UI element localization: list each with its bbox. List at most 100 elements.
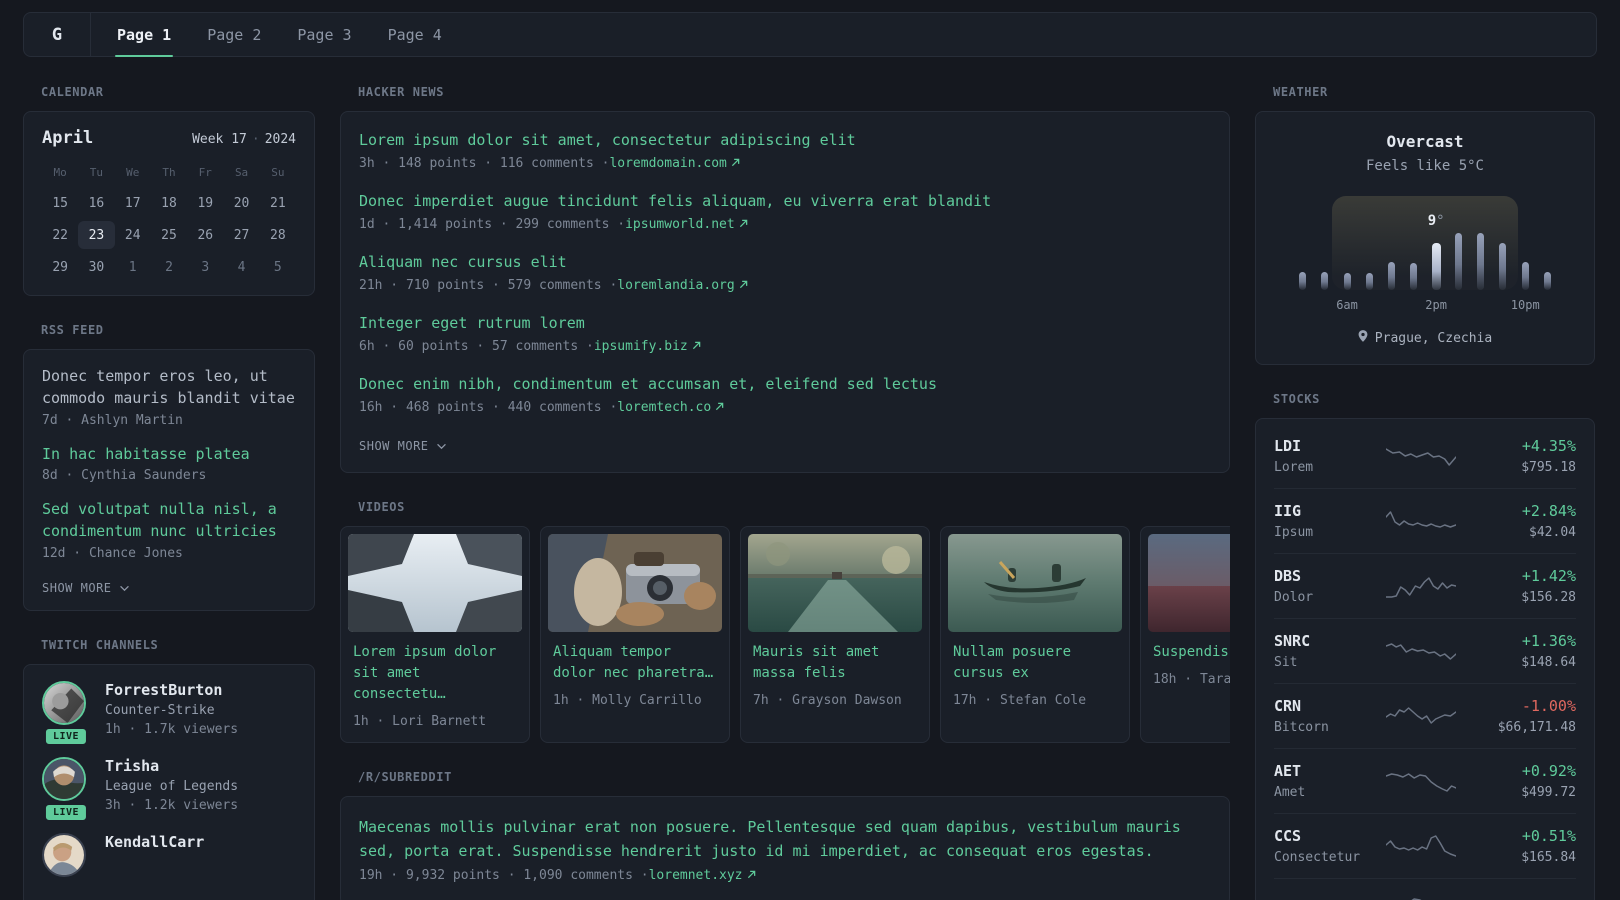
rss-item-meta: 7d · Ashlyn Martin xyxy=(42,412,183,428)
video-thumbnail-person-in-field xyxy=(1148,534,1230,632)
rss-item-title[interactable]: Donec tempor eros leo, ut commodo mauris… xyxy=(42,366,296,410)
stock-values: +1.42% $156.28 xyxy=(1476,567,1576,605)
twitch-channel-name[interactable]: Trisha xyxy=(105,757,238,775)
weather-section: WEATHER Overcast Feels like 5°C 9° 6am 2p… xyxy=(1255,85,1595,365)
hacker-news-section: HACKER NEWS Lorem ipsum dolor sit amet, … xyxy=(340,85,1230,473)
calendar-day: 26 xyxy=(197,227,214,243)
hn-item-meta: 21h · 710 points · 579 comments · loreml… xyxy=(359,278,1211,293)
right-column: WEATHER Overcast Feels like 5°C 9° 6am 2p… xyxy=(1255,85,1595,900)
hn-item-title[interactable]: Integer eget rutrum lorem xyxy=(359,313,1211,334)
twitch-channel-name[interactable]: KendallCarr xyxy=(105,833,204,851)
rss-item-title[interactable]: Sed volutpat nulla nisl, a condimentum n… xyxy=(42,499,296,543)
stock-change-percent: +0.51% xyxy=(1521,827,1576,845)
rss-widget: Donec tempor eros leo, ut commodo mauris… xyxy=(23,349,315,611)
video-card[interactable]: Suspendisse diam 18h · Tara xyxy=(1140,526,1230,743)
tab-page-3[interactable]: Page 3 xyxy=(279,13,369,56)
video-meta: 1h · Lori Barnett xyxy=(353,714,487,729)
twitch-section: TWITCH CHANNELS LIVE ForrestBurton Counter… xyxy=(23,638,315,900)
hn-item-title[interactable]: Donec enim nibh, condimentum et accumsan… xyxy=(359,374,1211,395)
stock-identity: SNRC Sit xyxy=(1274,632,1366,670)
video-title[interactable]: Lorem ipsum dolor sit amet consectetu… xyxy=(353,642,517,705)
app-logo[interactable]: G xyxy=(24,13,90,56)
videos-row: Lorem ipsum dolor sit amet consectetu… 1h… xyxy=(340,526,1230,743)
calendar-day: 4 xyxy=(237,259,246,275)
stocks-section: STOCKS LDI Lorem +4.35% $795.18 IIG Ipsum +2.8… xyxy=(1255,392,1595,900)
hn-item-domain-link[interactable]: loremlandia.org xyxy=(617,278,747,293)
twitch-channel-row[interactable]: LIVE ForrestBurton Counter-Strike 1h · 1.7k… xyxy=(42,680,296,746)
hn-item-stats: 6h · 60 points · 57 comments · xyxy=(359,339,594,354)
rss-item-title[interactable]: In hac habitasse platea xyxy=(42,444,296,466)
stock-row: SNRC Sit +1.36% $148.64 xyxy=(1274,618,1576,683)
location-pin-icon xyxy=(1358,330,1368,346)
stock-values: +4.35% $795.18 xyxy=(1476,437,1576,475)
stock-identity: IIG Ipsum xyxy=(1274,502,1366,540)
video-card[interactable]: Aliquam tempor dolor nec pharetra… 1h · M… xyxy=(540,526,730,743)
stock-row: DBS Dolor +1.42% $156.28 xyxy=(1274,553,1576,618)
stock-identity: DBS Dolor xyxy=(1274,567,1366,605)
stock-sparkline xyxy=(1366,441,1476,471)
stock-company-name: Ipsum xyxy=(1274,525,1314,540)
tab-page-2[interactable]: Page 2 xyxy=(189,13,279,56)
hn-item: Aliquam nec cursus elit 21h · 710 points … xyxy=(359,252,1211,293)
weather-time-label: 2pm xyxy=(1425,298,1447,312)
nav-divider xyxy=(90,13,91,56)
twitch-avatar-wrap: LIVE xyxy=(42,680,90,746)
video-title[interactable]: Mauris sit amet massa felis xyxy=(753,642,917,684)
calendar-weekday-row: Mo Tu We Th Fr Sa Su xyxy=(42,166,296,179)
video-card[interactable]: Mauris sit amet massa felis 7h · Grayson … xyxy=(740,526,930,743)
avatar xyxy=(42,832,86,877)
twitch-channel-row[interactable]: LIVE Trisha League of Legends 3h · 1.2k vie… xyxy=(42,756,296,822)
hacker-news-list: Lorem ipsum dolor sit amet, consectetur … xyxy=(359,130,1211,415)
stock-symbol: CCS xyxy=(1274,827,1302,845)
stock-price: $66,171.48 xyxy=(1497,720,1576,735)
calendar-day: 29 xyxy=(52,259,68,275)
twitch-channel-list: LIVE ForrestBurton Counter-Strike 1h · 1.7k… xyxy=(42,680,296,877)
stock-symbol: AET xyxy=(1274,762,1302,780)
stock-company-name: Dolor xyxy=(1274,590,1314,605)
tab-page-1[interactable]: Page 1 xyxy=(99,13,189,57)
rss-item: Sed volutpat nulla nisl, a condimentum n… xyxy=(42,499,296,561)
calendar-year: 2024 xyxy=(264,132,296,147)
reddit-item-title[interactable]: Maecenas mollis pulvinar erat non posuer… xyxy=(359,815,1211,863)
hacker-news-section-title: HACKER NEWS xyxy=(358,85,445,99)
weather-bar xyxy=(1521,262,1529,290)
rss-list: Donec tempor eros leo, ut commodo mauris… xyxy=(42,366,296,561)
stock-change-percent: +4.35% xyxy=(1521,437,1576,455)
weather-temp-degree: ° xyxy=(1436,213,1445,229)
weather-time-label: 6am xyxy=(1336,298,1358,312)
tab-page-4[interactable]: Page 4 xyxy=(370,13,460,56)
stock-price: $795.18 xyxy=(1521,460,1576,475)
video-meta: 1h · Molly Carrillo xyxy=(553,693,702,708)
rss-item-meta: 12d · Chance Jones xyxy=(42,545,183,561)
calendar-days-grid: 15 16 17 18 19 20 21 22 23 24 25 26 27 28 29 30 1 2 3 4 5 xyxy=(42,189,296,281)
calendar-day: 5 xyxy=(273,259,282,275)
weekday-label: Th xyxy=(162,166,176,179)
twitch-avatar-wrap: LIVE xyxy=(42,756,90,822)
hn-item-domain-link[interactable]: loremtech.co xyxy=(617,400,724,415)
twitch-channel-row[interactable]: KendallCarr xyxy=(42,832,296,877)
stock-company-name: Bitcorn xyxy=(1274,720,1329,735)
external-link-icon xyxy=(739,217,748,232)
calendar-day: 16 xyxy=(88,195,105,211)
weather-current-temp: 9° xyxy=(1428,213,1445,229)
video-title[interactable]: Suspendisse diam xyxy=(1153,642,1230,663)
twitch-channel-name[interactable]: ForrestBurton xyxy=(105,681,238,699)
calendar-day: 24 xyxy=(124,227,141,243)
hn-item-domain-link[interactable]: ipsumworld.net xyxy=(625,217,748,232)
video-card[interactable]: Lorem ipsum dolor sit amet consectetu… 1h… xyxy=(340,526,530,743)
hn-item-domain-link[interactable]: loremdomain.com xyxy=(609,156,740,171)
twitch-channel-info: KendallCarr xyxy=(105,833,204,877)
reddit-item-domain-link[interactable]: loremnet.xyz xyxy=(649,868,756,883)
hn-item-title[interactable]: Aliquam nec cursus elit xyxy=(359,252,1211,273)
weekday-label: Tu xyxy=(89,166,104,179)
hn-item-domain-link[interactable]: ipsumify.biz xyxy=(594,339,701,354)
stock-sparkline xyxy=(1366,571,1476,601)
weather-location: Prague, Czechia xyxy=(1272,330,1578,346)
video-card[interactable]: Nullam posuere cursus ex 17h · Stefan Col… xyxy=(940,526,1130,743)
hn-item-title[interactable]: Lorem ipsum dolor sit amet, consectetur … xyxy=(359,130,1211,151)
video-title[interactable]: Aliquam tempor dolor nec pharetra… xyxy=(553,642,717,684)
hacker-news-show-more-button[interactable]: SHOW MORE xyxy=(359,439,447,453)
hn-item-title[interactable]: Donec imperdiet augue tincidunt felis al… xyxy=(359,191,1211,212)
rss-show-more-button[interactable]: SHOW MORE xyxy=(42,581,130,595)
video-title[interactable]: Nullam posuere cursus ex xyxy=(953,642,1117,684)
